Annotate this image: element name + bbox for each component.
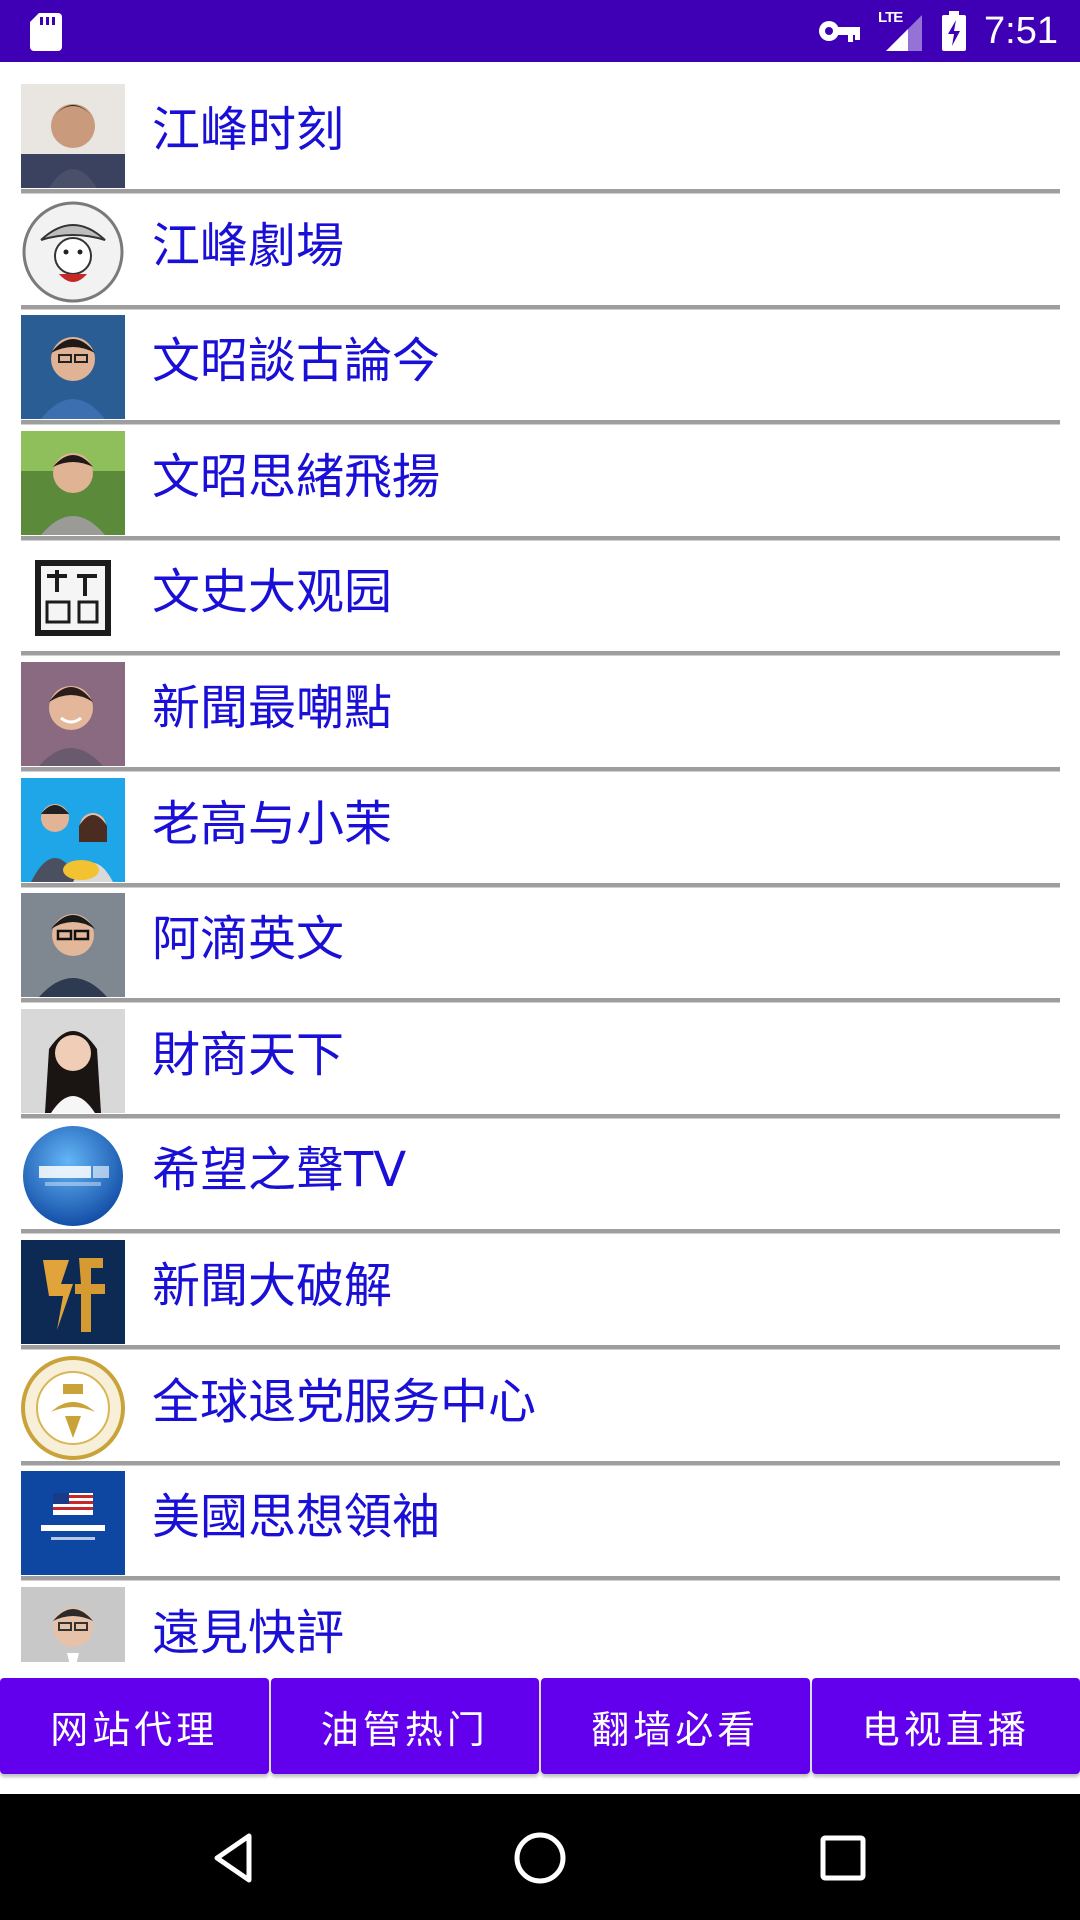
channel-title: 江峰时刻 (152, 102, 345, 158)
channel-thumbnail (21, 1355, 125, 1460)
channel-title: 文昭思緒飛揚 (152, 448, 441, 505)
channel-thumbnail (21, 84, 125, 188)
channel-title: 美國思想領袖 (152, 1489, 441, 1546)
status-bar: LTE 7:51 (0, 0, 1080, 62)
back-icon[interactable] (205, 1828, 265, 1888)
channel-title: 老高与小茉 (152, 795, 393, 852)
channel-title: 財商天下 (152, 1026, 345, 1083)
home-icon[interactable] (510, 1828, 570, 1888)
list-item[interactable]: 文昭談古論今 (0, 293, 1080, 426)
channel-thumbnail (21, 1008, 125, 1113)
channel-thumbnail (21, 1471, 125, 1576)
sd-card-icon (30, 13, 62, 51)
channel-title: 全球退党服务中心 (152, 1373, 537, 1430)
list-item[interactable]: 全球退党服务中心 (0, 1334, 1080, 1466)
list-item[interactable]: 遠見快評 (0, 1565, 1080, 1662)
navigation-bar (0, 1794, 1080, 1920)
channel-thumbnail (21, 661, 125, 766)
list-item[interactable]: 美國思想領袖 (0, 1449, 1080, 1582)
channel-thumbnail (21, 1239, 125, 1344)
must-watch-button[interactable]: 翻墙必看 (541, 1678, 810, 1774)
channel-thumbnail (21, 893, 125, 998)
channel-title: 希望之聲TV (152, 1142, 407, 1199)
list-item[interactable]: 江峰劇場 (0, 178, 1080, 310)
vpn-key-icon (819, 21, 861, 42)
channel-thumbnail (21, 199, 125, 304)
website-proxy-button[interactable]: 网站代理 (0, 1678, 269, 1774)
channel-thumbnail (21, 430, 125, 535)
list-item[interactable]: 文昭思緒飛揚 (0, 409, 1080, 541)
youtube-trending-button[interactable]: 油管热门 (270, 1678, 539, 1774)
clock: 7:51 (984, 9, 1058, 52)
channel-title: 新聞最嘲點 (152, 679, 393, 736)
bottom-button-bar: 网站代理 油管热门 翻墙必看 电视直播 (0, 1678, 1080, 1774)
channel-title: 阿滴英文 (152, 911, 345, 968)
live-tv-button[interactable]: 电视直播 (811, 1678, 1080, 1774)
list-item[interactable]: 新聞最嘲點 (0, 640, 1080, 772)
list-item[interactable]: 老高与小茉 (0, 756, 1080, 888)
channel-thumbnail (21, 1586, 125, 1662)
channel-thumbnail (21, 546, 125, 651)
channel-title: 遠見快評 (152, 1604, 345, 1661)
channel-thumbnail (21, 1124, 125, 1229)
list-item[interactable]: 希望之聲TV (0, 1102, 1080, 1235)
channel-title: 文史大观园 (152, 564, 393, 621)
list-item[interactable]: 新聞大破解 (0, 1218, 1080, 1350)
lte-signal-icon: LTE (878, 9, 924, 51)
list-item[interactable]: 財商天下 (0, 987, 1080, 1119)
channel-list[interactable]: 江峰时刻 江峰劇場 文昭談古論今 文昭思緒飛揚 文史大观园 新聞最嘲點 老高与小… (0, 62, 1080, 1662)
list-item[interactable]: 文史大观园 (0, 524, 1080, 657)
battery-charging-icon (942, 11, 967, 51)
channel-thumbnail (21, 777, 125, 882)
list-item[interactable]: 阿滴英文 (0, 871, 1080, 1004)
channel-title: 文昭談古論今 (152, 333, 441, 390)
channel-title: 江峰劇場 (152, 217, 345, 274)
list-item[interactable]: 江峰时刻 (0, 62, 1080, 194)
recent-apps-icon[interactable] (813, 1828, 873, 1888)
channel-thumbnail (21, 315, 125, 420)
channel-title: 新聞大破解 (152, 1257, 393, 1314)
